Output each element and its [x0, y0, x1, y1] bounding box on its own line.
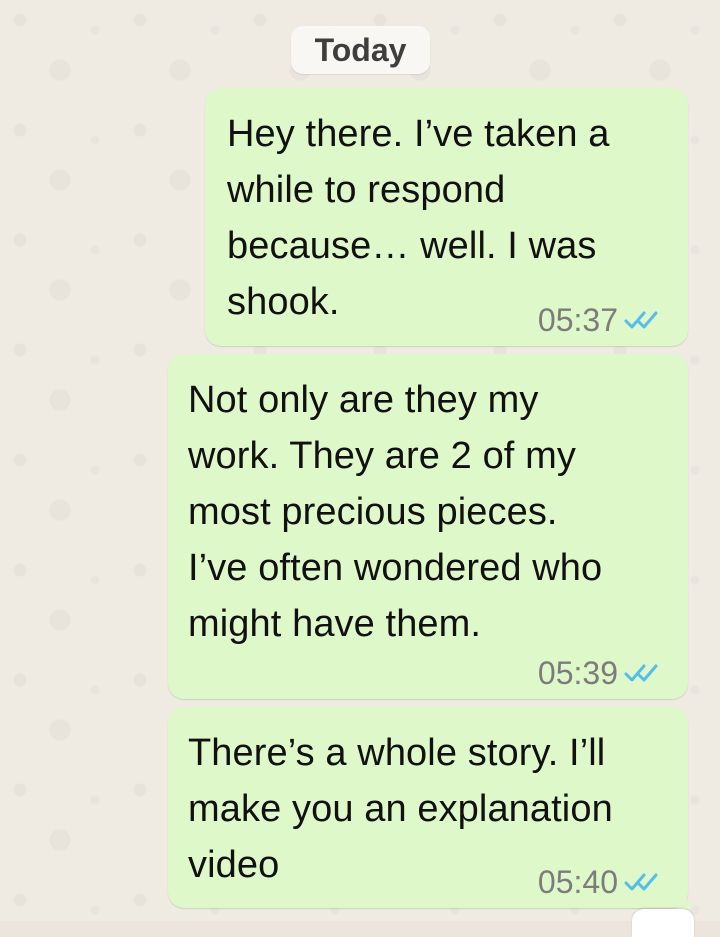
message-meta: 05:39: [538, 657, 668, 689]
message-time: 05:39: [537, 655, 618, 691]
message-bubble[interactable]: Not only are they my work. They are 2 of…: [168, 354, 688, 699]
message-text: Hey there. I’ve taken a while to respond…: [227, 113, 610, 323]
message-meta: 05:40: [538, 866, 668, 898]
message-time: 05:37: [537, 302, 618, 338]
message-text: Not only are they my work. They are 2 of…: [188, 379, 603, 645]
double-check-icon: [624, 873, 658, 891]
date-separator: Today: [291, 26, 430, 74]
message-bubble[interactable]: There’s a whole story. I’ll make you an …: [168, 707, 694, 908]
double-check-icon: [624, 664, 658, 682]
scroll-down-button[interactable]: [632, 909, 694, 937]
double-check-icon: [624, 311, 658, 329]
message-bubble[interactable]: Hey there. I’ve taken a while to respond…: [205, 88, 688, 346]
message-time: 05:40: [537, 864, 618, 900]
date-label: Today: [314, 31, 407, 68]
message-meta: 05:37: [538, 304, 668, 336]
